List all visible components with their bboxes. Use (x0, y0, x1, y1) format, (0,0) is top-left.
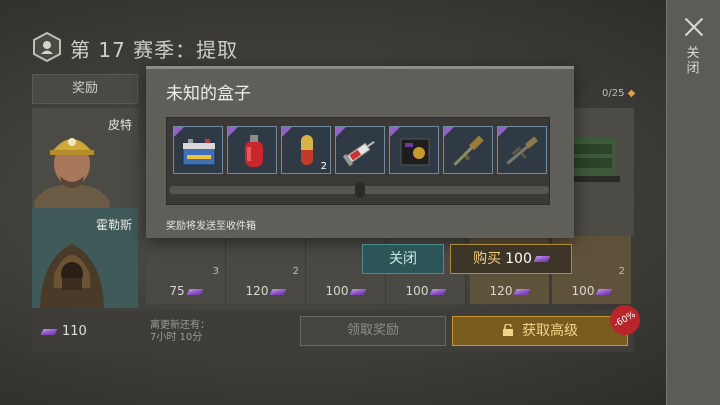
gem-icon (350, 288, 367, 295)
reward-price: 120 (470, 284, 549, 298)
unknown-box-dialog: 未知的盒子 2 奖励将发送至收件箱 (146, 66, 574, 238)
gem-icon (596, 288, 613, 295)
item-slot-badge[interactable] (389, 126, 439, 174)
reward-column[interactable]: 2 120 (226, 236, 306, 304)
item-slot-gas-canister[interactable] (227, 126, 277, 174)
reward-price: 75 (146, 284, 225, 298)
character-card-pete[interactable]: 皮特 (32, 108, 138, 208)
side-panel: 关闭 (666, 0, 720, 405)
get-premium-button[interactable]: 获取高级 (452, 316, 628, 346)
gem-icon (514, 288, 531, 295)
gem-icon (430, 288, 447, 295)
reward-price: 120 (226, 284, 305, 298)
gas-canister-icon (245, 135, 263, 167)
gem-icon (186, 288, 204, 295)
gem-icon (40, 328, 58, 335)
reward-price: 100 (386, 284, 465, 298)
dialog-title: 未知的盒子 (166, 84, 251, 104)
reward-count: 2 (292, 266, 299, 277)
shotgun-icon (453, 135, 484, 166)
scrollbar-thumb[interactable] (355, 182, 365, 198)
close-dialog-button[interactable]: 关闭 (362, 244, 444, 274)
syringe-icon (342, 141, 375, 167)
item-slot-syringe[interactable] (335, 126, 385, 174)
progress-value: 0/25 (602, 88, 625, 99)
tab-rewards[interactable]: 奖励 (32, 74, 138, 104)
unlock-icon (503, 324, 513, 336)
inbox-note: 奖励将发送至收件箱 (166, 221, 256, 232)
gem-icon (270, 288, 287, 295)
item-quantity: 2 (320, 161, 327, 172)
reward-price: 100 (306, 284, 385, 298)
refresh-timer: 离更新还有： 7小时 10分 (150, 320, 210, 343)
buy-button[interactable]: 购买 100 (450, 244, 572, 274)
close-icon[interactable] (683, 16, 705, 38)
tray-scrollbar[interactable] (169, 182, 549, 198)
claim-rewards-button[interactable]: 领取奖励 (300, 316, 446, 346)
battery-icon (182, 139, 216, 166)
progress-label: 0/25 ◆ (602, 88, 635, 99)
gem-icon (533, 256, 551, 262)
reward-price: 100 (552, 284, 631, 298)
item-slot-pill[interactable]: 2 (281, 126, 331, 174)
reward-count: 3 (212, 266, 219, 277)
side-close-label[interactable]: 关闭 (685, 46, 701, 76)
reward-count: 2 (618, 266, 625, 277)
badge-wallet-icon (400, 138, 430, 166)
item-slot-rifle[interactable] (497, 126, 547, 174)
season-emblem-icon (33, 32, 61, 62)
item-slot-battery[interactable] (173, 126, 223, 174)
item-tray: 2 (166, 117, 550, 205)
character-card-horace[interactable]: 霍勒斯 (32, 208, 138, 308)
season-title: 第 17 赛季：提取 (70, 38, 239, 62)
item-slot-shotgun[interactable] (443, 126, 493, 174)
rifle-icon (506, 136, 539, 165)
miner-portrait-icon (34, 138, 110, 208)
diamond-icon: ◆ (627, 88, 636, 99)
currency-balance: 110 (40, 324, 87, 339)
reward-column[interactable]: 3 75 (146, 236, 226, 304)
hooded-portrait-icon (40, 244, 104, 308)
